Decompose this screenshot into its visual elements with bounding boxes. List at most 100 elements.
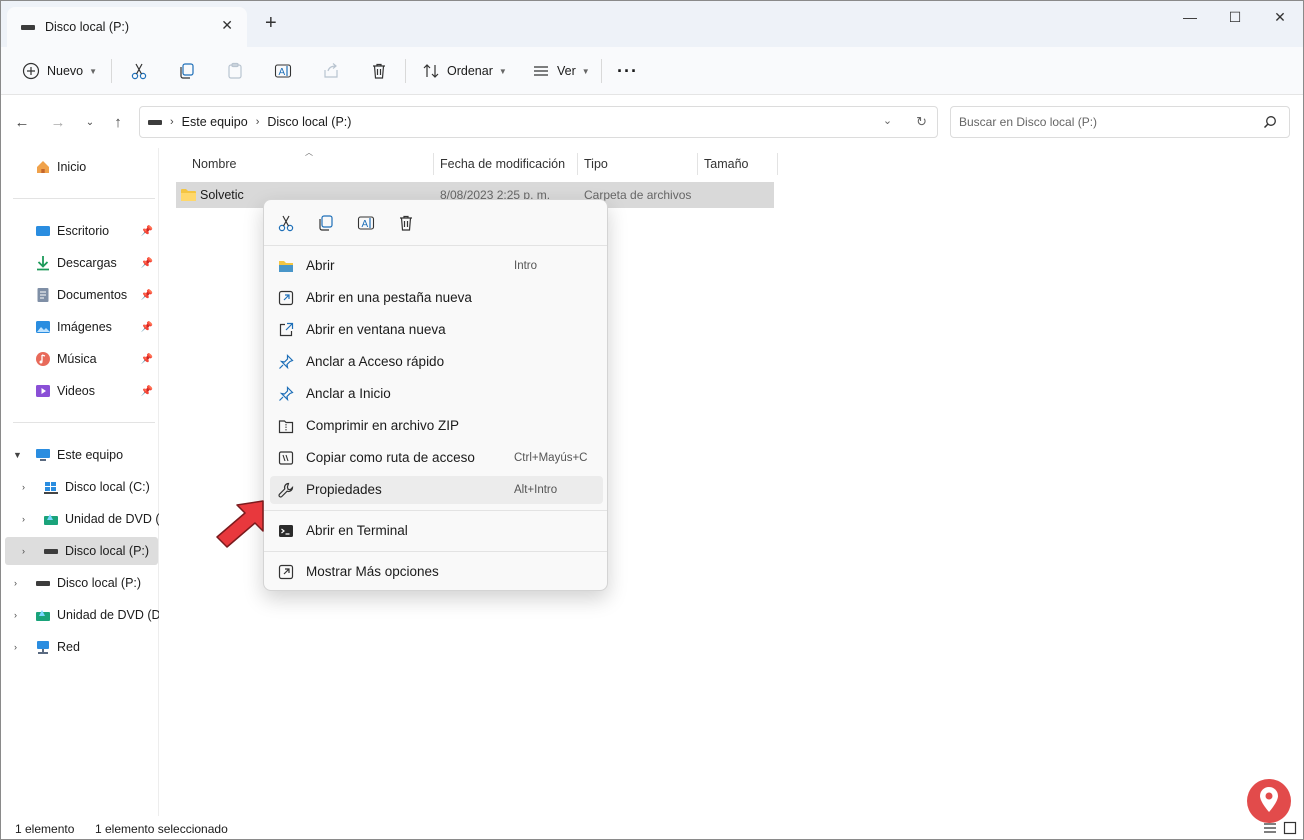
pin-icon[interactable]: 📌 bbox=[141, 258, 153, 269]
drive-icon bbox=[35, 575, 51, 591]
rename-button[interactable]: A bbox=[273, 57, 293, 85]
context-copy-button[interactable] bbox=[316, 213, 336, 233]
sidebar-item-label: Inicio bbox=[57, 160, 87, 174]
sidebar-item-red[interactable]: › Red bbox=[1, 633, 159, 661]
search-box[interactable] bbox=[950, 106, 1290, 138]
copy-icon bbox=[177, 61, 197, 81]
refresh-icon[interactable]: ↻ bbox=[916, 114, 927, 130]
context-rename-button[interactable]: A bbox=[356, 213, 376, 233]
context-cut-button[interactable] bbox=[276, 213, 296, 233]
address-dropdown-icon[interactable]: ⌄ bbox=[883, 114, 892, 130]
scissors-icon bbox=[278, 215, 294, 232]
sidebar-item-dvd-d[interactable]: › Unidad de DVD (D:) bbox=[1, 505, 159, 533]
sort-indicator-icon: ︿ bbox=[305, 148, 313, 157]
back-arrow-icon[interactable]: ← bbox=[13, 113, 31, 131]
sidebar-item-descargas[interactable]: Descargas 📌 bbox=[1, 249, 159, 277]
search-input[interactable] bbox=[959, 113, 1249, 131]
drive-icon bbox=[21, 24, 35, 30]
more-options-button[interactable]: ··· bbox=[617, 57, 638, 85]
navigation-pane: Inicio Escritorio 📌 Descargas 📌 Document… bbox=[1, 148, 159, 816]
pin-icon[interactable]: 📌 bbox=[141, 290, 153, 301]
column-divider[interactable] bbox=[697, 153, 698, 175]
forward-arrow-icon[interactable]: → bbox=[49, 113, 67, 131]
sidebar-item-label: Videos bbox=[57, 384, 95, 398]
tab-disco-local[interactable]: Disco local (P:) ✕ bbox=[7, 7, 247, 47]
menu-item-mas-opciones[interactable]: Mostrar Más opciones bbox=[270, 558, 603, 586]
column-divider[interactable] bbox=[433, 153, 434, 175]
menu-item-label: Mostrar Más opciones bbox=[306, 564, 439, 579]
recent-chevron-icon[interactable]: ⌄ bbox=[81, 113, 99, 131]
sidebar-item-escritorio[interactable]: Escritorio 📌 bbox=[1, 217, 159, 245]
pin-icon[interactable]: 📌 bbox=[141, 322, 153, 333]
sidebar-item-disco-c[interactable]: › Disco local (C:) bbox=[1, 473, 159, 501]
menu-item-label: Anclar a Inicio bbox=[306, 386, 391, 401]
toolbar-divider bbox=[405, 59, 406, 83]
up-arrow-icon[interactable]: ↑ bbox=[109, 113, 127, 131]
sidebar-item-videos[interactable]: Videos 📌 bbox=[1, 377, 159, 405]
desktop-icon bbox=[35, 223, 51, 239]
paste-button[interactable] bbox=[225, 57, 245, 85]
menu-item-copiar-ruta[interactable]: Copiar como ruta de acceso Ctrl+Mayús+C bbox=[270, 444, 603, 472]
status-bar: 1 elemento 1 elemento seleccionado bbox=[1, 816, 1303, 840]
chevron-right-icon[interactable]: › bbox=[22, 482, 25, 492]
menu-item-abrir-pestana[interactable]: Abrir en una pestaña nueva bbox=[270, 284, 603, 312]
menu-item-propiedades[interactable]: Propiedades Alt+Intro bbox=[270, 476, 603, 504]
menu-item-abrir-terminal[interactable]: Abrir en Terminal bbox=[270, 517, 603, 545]
windows-drive-icon bbox=[43, 479, 59, 495]
menu-item-comprimir-zip[interactable]: Comprimir en archivo ZIP bbox=[270, 412, 603, 440]
sidebar-item-disco-p-selected[interactable]: › Disco local (P:) bbox=[5, 537, 158, 565]
pin-icon[interactable]: 📌 bbox=[141, 354, 153, 365]
copy-icon bbox=[319, 215, 333, 231]
tab-title: Disco local (P:) bbox=[45, 20, 130, 34]
chevron-right-icon[interactable]: › bbox=[14, 642, 17, 652]
maximize-button[interactable]: ☐ bbox=[1212, 7, 1258, 27]
sidebar-item-documentos[interactable]: Documentos 📌 bbox=[1, 281, 159, 309]
column-header-size[interactable]: Tamaño bbox=[704, 154, 748, 174]
sidebar-item-musica[interactable]: Música 📌 bbox=[1, 345, 159, 373]
chevron-right-icon[interactable]: › bbox=[14, 578, 17, 588]
column-divider[interactable] bbox=[577, 153, 578, 175]
sidebar-item-imagenes[interactable]: Imágenes 📌 bbox=[1, 313, 159, 341]
music-icon bbox=[35, 351, 51, 367]
wrench-icon bbox=[278, 482, 294, 498]
breadcrumb-este-equipo[interactable]: Este equipo bbox=[182, 115, 248, 129]
sidebar-item-inicio[interactable]: Inicio bbox=[1, 153, 159, 181]
column-divider[interactable] bbox=[777, 153, 778, 175]
dvd-drive-icon bbox=[35, 607, 51, 623]
copy-button[interactable] bbox=[177, 57, 197, 85]
sidebar-item-este-equipo[interactable]: ▼ Este equipo bbox=[1, 441, 159, 469]
menu-item-abrir-ventana[interactable]: Abrir en ventana nueva bbox=[270, 316, 603, 344]
minimize-button[interactable]: — bbox=[1167, 7, 1213, 27]
menu-item-anclar-acceso[interactable]: Anclar a Acceso rápido bbox=[270, 348, 603, 376]
sort-button[interactable]: Ordenar ▼ bbox=[421, 57, 507, 85]
close-tab-icon[interactable]: ✕ bbox=[221, 17, 233, 34]
sidebar-item-dvd-root[interactable]: › Unidad de DVD (D:) bbox=[1, 601, 159, 629]
new-tab-button[interactable]: + bbox=[265, 13, 277, 33]
breadcrumb-disco-local[interactable]: Disco local (P:) bbox=[267, 115, 351, 129]
pin-icon[interactable]: 📌 bbox=[141, 226, 153, 237]
share-button[interactable] bbox=[321, 57, 341, 85]
column-header-modified[interactable]: Fecha de modificación bbox=[440, 154, 565, 174]
address-bar[interactable]: › Este equipo › Disco local (P:) ⌄ ↻ bbox=[139, 106, 938, 138]
menu-item-abrir[interactable]: Abrir Intro bbox=[270, 252, 603, 280]
column-header-type[interactable]: Tipo bbox=[584, 154, 608, 174]
new-button-label: Nuevo bbox=[47, 64, 84, 78]
sidebar-item-label: Disco local (C:) bbox=[65, 480, 150, 494]
chevron-right-icon[interactable]: › bbox=[14, 610, 17, 620]
sidebar-item-label: Descargas bbox=[57, 256, 117, 270]
delete-button[interactable] bbox=[369, 57, 389, 85]
chevron-right-icon[interactable]: › bbox=[22, 546, 25, 556]
close-window-button[interactable]: ✕ bbox=[1257, 7, 1303, 27]
pin-icon[interactable]: 📌 bbox=[141, 386, 153, 397]
chevron-down-icon[interactable]: ▼ bbox=[13, 450, 22, 460]
cut-button[interactable] bbox=[129, 57, 149, 85]
search-icon[interactable] bbox=[1263, 115, 1277, 132]
new-button[interactable]: Nuevo ▼ bbox=[21, 57, 97, 85]
view-button[interactable]: Ver ▼ bbox=[531, 57, 590, 85]
context-delete-button[interactable] bbox=[396, 213, 416, 233]
menu-item-anclar-inicio[interactable]: Anclar a Inicio bbox=[270, 380, 603, 408]
sidebar-item-disco-p[interactable]: › Disco local (P:) bbox=[1, 569, 159, 597]
sidebar-item-label: Escritorio bbox=[57, 224, 110, 238]
chevron-right-icon[interactable]: › bbox=[22, 514, 25, 524]
column-header-name[interactable]: Nombre bbox=[192, 154, 236, 174]
